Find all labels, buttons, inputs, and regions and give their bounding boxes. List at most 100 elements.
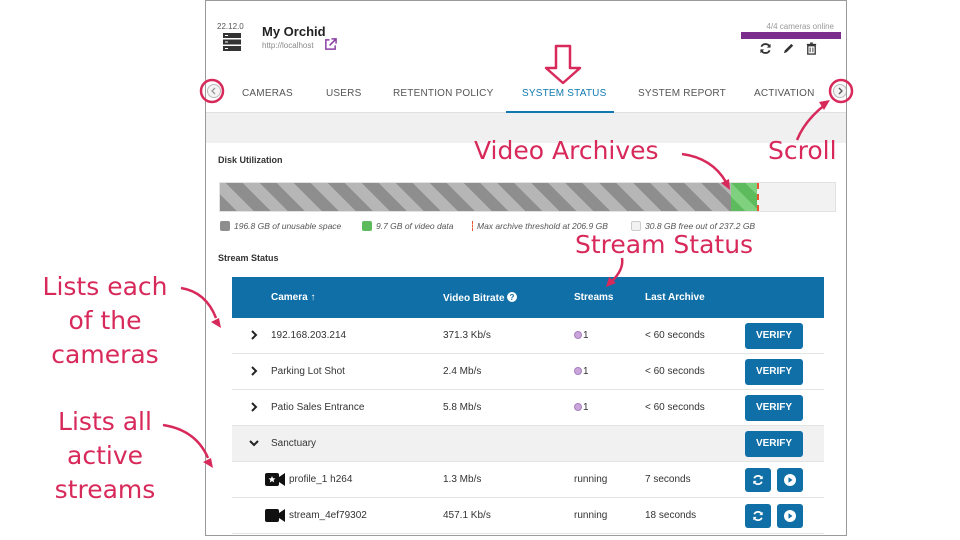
last-archive: 7 seconds <box>645 474 691 485</box>
table-row-expanded[interactable]: Sanctuary VERIFY <box>232 426 824 462</box>
annotation-lists-cameras: Lists each of the cameras <box>30 270 180 372</box>
version-label: 22.12.0 <box>217 22 244 31</box>
stream-count-value: 1 <box>583 402 589 413</box>
restart-stream-button[interactable] <box>745 468 771 492</box>
tab-cameras[interactable]: CAMERAS <box>242 88 293 99</box>
tab-system-report[interactable]: SYSTEM REPORT <box>638 88 726 99</box>
play-icon <box>784 510 796 522</box>
video-bitrate: 1.3 Mb/s <box>443 474 482 485</box>
column-video-bitrate-label: Video Bitrate <box>443 293 505 304</box>
stream-count-value: 1 <box>583 366 589 377</box>
refresh-icon <box>753 475 763 485</box>
legend-video-swatch <box>362 221 372 231</box>
play-stream-button[interactable] <box>777 468 803 492</box>
column-last-archive: Last Archive <box>645 292 705 303</box>
stream-name: stream_4ef79302 <box>289 510 367 521</box>
stream-name: profile_1 h264 <box>289 474 353 485</box>
video-bitrate: 371.3 Kb/s <box>443 330 491 341</box>
tab-activation[interactable]: ACTIVATION <box>754 88 815 99</box>
annotation-line: of the <box>68 306 142 335</box>
cameras-online-status: 4/4 cameras online <box>766 22 834 31</box>
video-bitrate: 2.4 Mb/s <box>443 366 482 377</box>
cameras-online-bar <box>741 32 841 39</box>
column-camera[interactable]: Camera ↑ <box>271 292 315 303</box>
play-icon <box>784 474 796 486</box>
last-archive: < 60 seconds <box>645 366 705 377</box>
disk-unusable-segment <box>220 183 731 211</box>
play-stream-button[interactable] <box>777 504 803 528</box>
refresh-icon <box>753 511 763 521</box>
stream-row: profile_1 h264 1.3 Mb/s running 7 second… <box>232 462 824 498</box>
annotation-stream-status: Stream Status <box>575 230 754 259</box>
disk-utilization-title: Disk Utilization <box>218 155 283 165</box>
tab-bar: CAMERAS USERS RETENTION POLICY SYSTEM ST… <box>206 71 846 113</box>
legend-unusable-label: 196.8 GB of unusable space <box>234 221 342 231</box>
header-actions <box>759 41 829 55</box>
external-link-icon[interactable] <box>324 38 337 51</box>
last-archive: < 60 seconds <box>645 402 705 413</box>
table-header: Camera ↑ Video Bitrate ? Streams Last Ar… <box>232 277 824 318</box>
site-name: My Orchid <box>262 24 326 39</box>
screenshot-frame: 22.12.0 My Orchid http://localhost 4/4 c… <box>205 0 847 536</box>
server-icon <box>223 33 241 51</box>
stream-status-icon <box>574 331 582 339</box>
verify-button[interactable]: VERIFY <box>745 359 803 385</box>
video-bitrate: 457.1 Kb/s <box>443 510 491 521</box>
trash-icon[interactable] <box>805 41 818 55</box>
stream-status-title: Stream Status <box>218 253 279 263</box>
stream-count: 1 <box>574 330 589 341</box>
site-header: 22.12.0 My Orchid http://localhost 4/4 c… <box>206 1 846 71</box>
legend-video-label: 9.7 GB of video data <box>376 221 454 231</box>
verify-button[interactable]: VERIFY <box>745 323 803 349</box>
camera-name: Patio Sales Entrance <box>271 402 365 413</box>
camera-name: Parking Lot Shot <box>271 366 345 377</box>
site-url[interactable]: http://localhost <box>262 41 314 50</box>
chevron-right-icon[interactable] <box>249 366 259 376</box>
column-video-bitrate: Video Bitrate ? <box>443 292 518 304</box>
stream-state: running <box>574 474 608 485</box>
scroll-right-button[interactable] <box>833 84 846 98</box>
refresh-icon[interactable] <box>759 42 772 55</box>
legend-video: 9.7 GB of video data <box>362 221 454 231</box>
scroll-left-button[interactable] <box>207 84 221 98</box>
annotation-video-archives: Video Archives <box>474 136 659 165</box>
chevron-right-icon[interactable] <box>249 330 259 340</box>
camera-name: 192.168.203.214 <box>271 330 347 341</box>
table-row[interactable]: Patio Sales Entrance 5.8 Mb/s 1 < 60 sec… <box>232 390 824 426</box>
disk-threshold-marker <box>757 183 759 211</box>
help-icon[interactable]: ? <box>507 292 518 302</box>
table-row[interactable]: 192.168.203.214 371.3 Kb/s 1 < 60 second… <box>232 318 824 354</box>
stream-status-icon <box>574 403 582 411</box>
last-archive: 18 seconds <box>645 510 697 521</box>
legend-threshold-swatch <box>472 221 473 231</box>
stream-count: 1 <box>574 366 589 377</box>
stream-count: 1 <box>574 402 589 413</box>
disk-utilization-bar <box>219 182 836 212</box>
stream-row: stream_4ef79302 457.1 Kb/s running 18 se… <box>232 498 824 534</box>
annotation-line: cameras <box>51 340 159 369</box>
column-streams: Streams <box>574 292 614 303</box>
annotation-lists-streams: Lists all active streams <box>30 405 180 507</box>
last-archive: < 60 seconds <box>645 330 705 341</box>
stream-count-value: 1 <box>583 330 589 341</box>
video-camera-icon <box>265 509 285 522</box>
disk-video-segment <box>731 183 757 211</box>
stream-status-table: Camera ↑ Video Bitrate ? Streams Last Ar… <box>232 277 824 534</box>
chevron-right-icon[interactable] <box>249 402 259 412</box>
tab-system-status[interactable]: SYSTEM STATUS <box>522 88 606 99</box>
pencil-icon[interactable] <box>782 42 795 55</box>
verify-button[interactable]: VERIFY <box>745 431 803 457</box>
video-bitrate: 5.8 Mb/s <box>443 402 482 413</box>
stream-status-icon <box>574 367 582 375</box>
tab-users[interactable]: USERS <box>326 88 361 99</box>
tab-retention-policy[interactable]: RETENTION POLICY <box>393 88 493 99</box>
restart-stream-button[interactable] <box>745 504 771 528</box>
annotation-line: active <box>67 441 143 470</box>
stream-state: running <box>574 510 608 521</box>
verify-button[interactable]: VERIFY <box>745 395 803 421</box>
annotation-line: streams <box>54 475 156 504</box>
annotation-line: Lists all <box>58 407 152 436</box>
chevron-down-icon[interactable] <box>249 438 259 448</box>
table-row[interactable]: Parking Lot Shot 2.4 Mb/s 1 < 60 seconds… <box>232 354 824 390</box>
video-camera-off-icon <box>265 473 285 486</box>
